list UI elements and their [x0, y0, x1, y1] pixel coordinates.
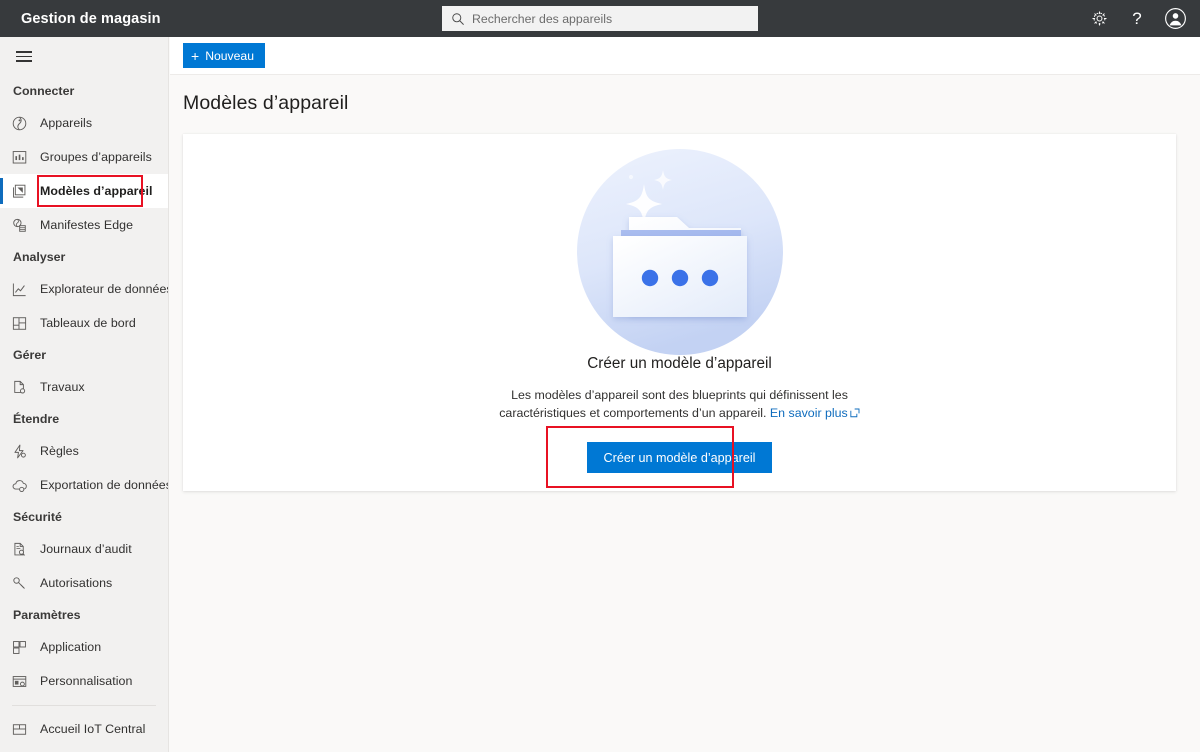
iot-central-home-icon [9, 719, 29, 739]
question-mark-icon: ? [1132, 9, 1142, 28]
sidebar-item-modeles-dappareil[interactable]: Modèles d’appareil [0, 174, 168, 208]
top-bar-actions: ? [1080, 0, 1194, 37]
sidebar-group-title-etendre: Étendre [13, 412, 60, 426]
sidebar-item-label: Groupes d’appareils [40, 150, 152, 164]
create-device-template-button[interactable]: Créer un modèle d’appareil [586, 442, 773, 474]
audit-logs-icon [9, 539, 29, 559]
help-button[interactable]: ? [1118, 0, 1156, 37]
settings-button[interactable] [1080, 0, 1118, 37]
user-avatar-icon [1164, 8, 1186, 29]
sidebar-item-groupes-dappareils[interactable]: Groupes d’appareils [0, 140, 168, 174]
main-content: Modèles d’appareil Créer un modèle d’app… [170, 75, 1200, 752]
data-explorer-icon [9, 279, 29, 299]
sidebar-item-label: Tableaux de bord [40, 316, 136, 330]
jobs-icon [9, 377, 29, 397]
gear-icon [1091, 11, 1107, 26]
sidebar-group-title-gerer: Gérer [13, 348, 47, 362]
sidebar-group-title-securite: Sécurité [13, 510, 62, 524]
empty-state-card: Créer un modèle d’appareil Les modèles d… [183, 134, 1176, 491]
sidebar-item-label: Autorisations [40, 576, 113, 590]
sidebar-item-autorisations[interactable]: Autorisations [0, 566, 168, 600]
sidebar-item-explorateur-de-donnees[interactable]: Explorateur de données [0, 272, 168, 306]
sidebar-item-travaux[interactable]: Travaux [0, 370, 168, 404]
data-export-icon [9, 475, 29, 495]
plus-icon: + [191, 47, 200, 64]
sidebar-item-label: Appareils [40, 116, 93, 130]
sidebar-item-label: Personnalisation [40, 674, 133, 688]
account-button[interactable] [1156, 0, 1194, 37]
sidebar-item-exportation-de-donnees[interactable]: Exportation de données [0, 468, 168, 502]
customization-icon [9, 671, 29, 691]
external-link-icon [850, 406, 860, 424]
sidebar-item-label: Accueil IoT Central [40, 722, 146, 736]
command-bar: + Nouveau [170, 37, 1200, 75]
devices-icon [9, 113, 29, 133]
sidebar-item-label: Travaux [40, 380, 85, 394]
permissions-key-icon [9, 573, 29, 593]
empty-state-description-line2: caractéristiques et comportements d’un a… [499, 405, 767, 420]
sidebar-item-application[interactable]: Application [0, 630, 168, 664]
search-icon [452, 12, 464, 25]
cta-label: Créer un modèle d’appareil [603, 450, 756, 465]
empty-state-description-line1: Les modèles d’appareil sont des blueprin… [511, 388, 848, 402]
rules-icon [9, 441, 29, 461]
folder-with-dots-illustration [574, 146, 786, 358]
sidebar-item-label: Exportation de données [40, 478, 169, 492]
dashboards-icon [9, 313, 29, 333]
search-box[interactable] [442, 6, 758, 31]
sidebar-item-label: Explorateur de données [40, 282, 169, 296]
sidebar-group-title-parametres: Paramètres [13, 608, 81, 622]
hamburger-menu-button[interactable] [0, 37, 48, 76]
sidebar-item-label: Règles [40, 444, 79, 458]
empty-state-description: Les modèles d’appareil sont des blueprin… [470, 387, 890, 423]
sidebar-item-regles[interactable]: Règles [0, 434, 168, 468]
sidebar: Connecter Appareils Groupes d’appareils [0, 37, 169, 752]
sidebar-group-title-connecter: Connecter [13, 84, 75, 98]
app-title: Gestion de magasin [21, 10, 161, 27]
cta-container: Créer un modèle d’appareil [545, 426, 773, 489]
sidebar-item-label: Journaux d’audit [40, 542, 132, 556]
new-button-label: Nouveau [205, 48, 254, 63]
sidebar-item-accueil-iot-central[interactable]: Accueil IoT Central [0, 712, 168, 746]
sidebar-item-tableaux-de-bord[interactable]: Tableaux de bord [0, 306, 168, 340]
learn-more-label: En savoir plus [769, 405, 848, 420]
sidebar-divider [12, 705, 156, 706]
hamburger-icon [16, 48, 32, 65]
search-input[interactable] [472, 11, 742, 26]
learn-more-link[interactable]: En savoir plus [770, 406, 860, 420]
sidebar-item-label: Manifestes Edge [40, 218, 134, 232]
edge-manifests-icon [9, 215, 29, 235]
sidebar-item-journaux-daudit[interactable]: Journaux d’audit [0, 532, 168, 566]
application-icon [9, 637, 29, 657]
sidebar-group-title-analyser: Analyser [13, 250, 66, 264]
sidebar-item-label: Application [40, 640, 102, 654]
device-groups-icon [9, 147, 29, 167]
new-button[interactable]: + Nouveau [183, 43, 265, 68]
top-bar: Gestion de magasin ? [0, 0, 1200, 37]
device-templates-icon [9, 181, 29, 201]
sidebar-item-appareils[interactable]: Appareils [0, 106, 168, 140]
page-title: Modèles d’appareil [183, 92, 349, 114]
sidebar-item-personnalisation[interactable]: Personnalisation [0, 664, 168, 698]
sidebar-item-label: Modèles d’appareil [40, 184, 153, 198]
sidebar-item-manifestes-edge[interactable]: Manifestes Edge [0, 208, 168, 242]
